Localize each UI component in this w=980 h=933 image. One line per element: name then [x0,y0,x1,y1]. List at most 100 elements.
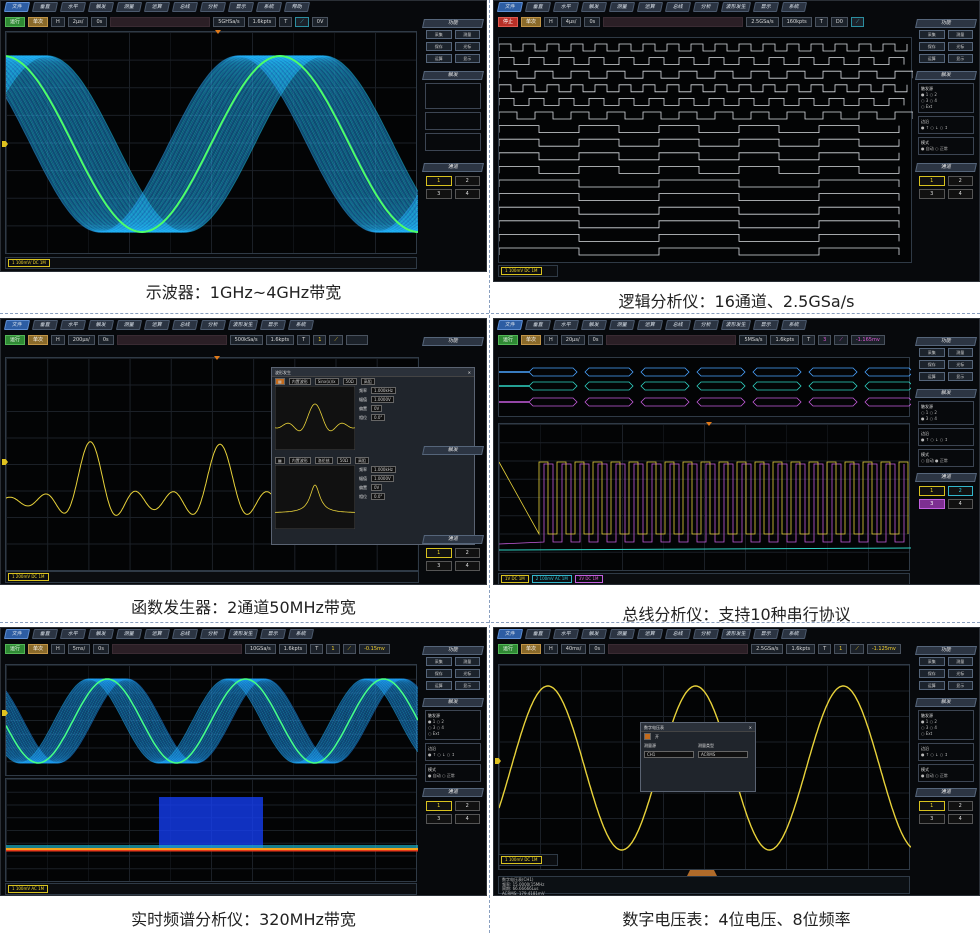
channel-1-button[interactable]: 1 [426,548,452,558]
menu-item[interactable]: 测量 [608,320,636,330]
frequency-field[interactable]: 1.000kHz [371,466,396,473]
auto-option[interactable]: 自动 [926,773,934,778]
timebase-field[interactable]: 40ms/ [560,644,587,654]
trigger-source[interactable]: 3 [818,335,832,345]
menu-item[interactable]: 运算 [636,320,664,330]
function-select[interactable]: 洛伦兹 [314,457,333,464]
menu-item[interactable]: 系统 [780,320,808,330]
channel-1-status[interactable]: 1 100mV/ DC 1M [8,259,50,267]
save-button[interactable]: 保存 [426,42,452,51]
auto-option[interactable]: 自动 [926,458,934,463]
menu-item[interactable]: 分析 [199,2,227,12]
menu-item[interactable]: 垂直 [31,2,59,12]
menu-item[interactable]: 触发 [87,320,115,330]
cursor-button[interactable]: 光标 [947,360,973,369]
edge-group[interactable]: 边沿 ● ↑ ○ ↓ ○ ↕ [918,116,974,134]
measure-button[interactable]: 测量 [454,30,480,39]
auto-option[interactable]: 自动 [433,773,441,778]
normal-option[interactable]: 正常 [447,773,455,778]
trigger-level[interactable]: -0.15mv [359,644,390,654]
single-button[interactable]: 单次 [521,335,542,345]
menu-item[interactable]: 水平 [552,2,580,12]
high-z-option[interactable]: 高阻 [354,457,369,464]
timebase-field[interactable]: 5ms/ [67,644,91,654]
menu-item[interactable]: 测量 [115,629,143,639]
cursor-button[interactable]: 光标 [947,42,973,51]
menu-item[interactable]: 运算 [143,320,171,330]
menu-item[interactable]: 水平 [59,320,87,330]
display-button[interactable]: 显示 [947,681,973,690]
menu-item[interactable]: 文件 [496,629,524,639]
timebase-field[interactable]: 4μs/ [560,17,582,27]
function-select[interactable]: Sinx(x)/x [314,378,339,385]
spectrum-area[interactable] [5,778,418,882]
run-button[interactable]: 运行 [5,644,26,654]
menu-item[interactable]: 水平 [59,629,87,639]
phase-field[interactable]: 0.0° [371,414,386,421]
function-button[interactable]: 功能 [915,646,977,655]
menu-item[interactable]: 总线 [171,629,199,639]
trigger-source-group[interactable]: 触发源 ● 1 ○ 2 ○ 3 ○ 4 ○ Ext [918,83,974,113]
menu-item[interactable]: 水平 [552,320,580,330]
offset-field[interactable]: 0s [93,644,109,654]
menu-item[interactable]: 测量 [115,2,143,12]
enable-checkbox[interactable] [644,733,651,740]
menu-item[interactable]: 系统 [287,320,315,330]
output-impedance[interactable]: 50Ω [336,457,351,464]
trigger-position-marker[interactable] [706,422,712,426]
acquire-button[interactable]: 采集 [919,657,945,666]
run-button[interactable]: 运行 [5,17,26,27]
channel-1-button[interactable]: 1 [919,486,945,496]
menu-item[interactable]: 触发 [580,320,608,330]
channel-1-status[interactable]: 1V DC 1M [501,575,529,583]
menu-item[interactable]: 水平 [552,629,580,639]
menu-item[interactable]: 触发 [580,629,608,639]
channel-1-status[interactable]: 1 200mV DC 1M [8,573,49,581]
mode-group[interactable] [425,133,481,151]
stop-button[interactable]: 停止 [498,17,519,27]
offset-field[interactable]: 0s [97,335,114,345]
menu-item[interactable]: 运算 [636,629,664,639]
run-button[interactable]: 运行 [5,335,26,345]
mode-group[interactable]: 模式 ○ 自动 ● 正常 [918,449,974,467]
timebase-field[interactable]: 2μs/ [67,17,89,27]
channel-button[interactable]: 通道 [422,535,484,544]
offset-field[interactable]: 0V [371,484,383,491]
source-select[interactable]: CH1 [644,751,694,758]
channel-4-button[interactable]: 4 [947,499,973,509]
menu-item[interactable]: 垂直 [524,2,552,12]
channel-1-button[interactable]: 1 [426,801,452,811]
math-button[interactable]: 运算 [919,54,945,63]
menu-item[interactable]: 分析 [692,320,720,330]
menu-item[interactable]: 显示 [752,2,780,12]
normal-option[interactable]: 正常 [940,458,948,463]
trigger-source[interactable]: 1 [326,644,340,654]
menu-item[interactable]: 文件 [3,320,31,330]
high-z-option[interactable]: 高阻 [360,378,375,385]
trigger-level[interactable]: -1.165mv [850,335,885,345]
edge-group[interactable]: 边沿 ● ↑ ○ ↓ ○ ↕ [425,743,481,761]
type-select[interactable]: ACRMS [698,751,748,758]
offset-field[interactable]: 0s [589,644,606,654]
channel-1-button[interactable]: 1 [919,176,945,186]
channel-2-status[interactable]: 2 100mV AC 1M [531,575,572,583]
save-button[interactable]: 保存 [919,42,945,51]
channel-3-button[interactable]: 3 [426,814,452,824]
wave-type-select[interactable]: 内置波形 [288,378,311,385]
function-button[interactable]: 功能 [915,337,977,346]
offset-field[interactable]: 0s [587,335,604,345]
trigger-source[interactable]: 1 [313,335,327,345]
menu-item[interactable]: 总线 [664,2,692,12]
math-button[interactable]: 运算 [426,54,452,63]
edge-rising-icon[interactable]: ⟋ [329,335,343,345]
menu-item[interactable]: 系统 [287,629,315,639]
single-button[interactable]: 单次 [521,17,542,27]
menu-item[interactable]: 垂直 [524,629,552,639]
menu-item[interactable]: 触发 [87,2,115,12]
channel-1-toggle-icon[interactable]: ▦ [275,378,285,385]
cursor-button[interactable]: 光标 [454,42,480,51]
measure-button[interactable]: 测量 [947,348,973,357]
trigger-source-group[interactable]: 触发源 ● 1 ○ 2 ○ 3 ○ 4 ○ Ext [918,710,974,740]
menu-item[interactable]: 系统 [255,2,283,12]
channel-button[interactable]: 通道 [915,788,977,797]
